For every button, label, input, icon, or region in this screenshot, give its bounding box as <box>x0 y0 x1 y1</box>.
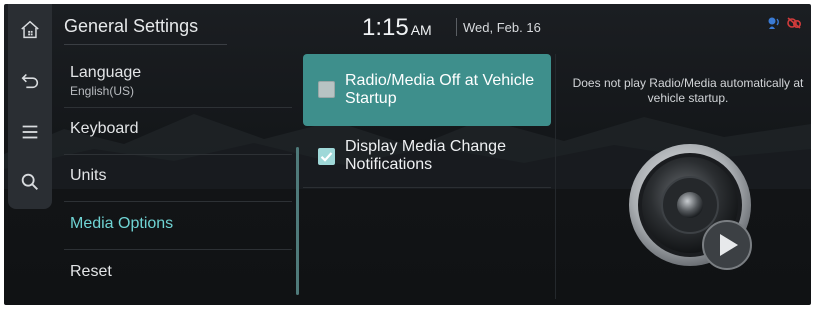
menu-item-label: Reset <box>70 263 112 280</box>
menu-item-units[interactable]: Units <box>70 167 290 185</box>
menu-item-label: Keyboard <box>70 120 139 137</box>
panel-divider <box>555 54 556 299</box>
checkmark-icon <box>320 152 333 162</box>
checkbox-unchecked[interactable] <box>318 81 335 98</box>
menu-item-label: Language <box>70 64 142 81</box>
option-divider <box>303 187 551 188</box>
option-label: Radio/Media Off at Vehicle Startup <box>345 72 535 107</box>
menu-item-label: Media Options <box>70 215 174 232</box>
back-icon <box>21 73 39 89</box>
date-divider <box>456 18 457 36</box>
option-label: Display Media Change Notifications <box>345 138 506 173</box>
home-button[interactable] <box>8 10 52 50</box>
clock-time: 1:15 <box>362 14 409 41</box>
voice-assistant-icon <box>768 17 779 29</box>
option-display-media-change[interactable]: Display Media Change Notifications <box>303 132 551 188</box>
menu-divider <box>64 201 292 202</box>
back-button[interactable] <box>8 60 52 100</box>
clock: 1:15 AM <box>362 14 432 42</box>
date-label: Wed, Feb. 16 <box>463 20 541 35</box>
menu-item-media-options[interactable]: Media Options <box>70 215 290 233</box>
menu-item-language[interactable]: Language English(US) <box>70 64 290 98</box>
menu-item-sublabel: English(US) <box>70 84 135 98</box>
connection-off-icon <box>787 17 802 29</box>
menu-divider <box>64 154 292 155</box>
checkbox-checked[interactable] <box>318 148 335 165</box>
title-divider <box>64 44 227 45</box>
menu-divider <box>64 107 292 108</box>
menu-item-keyboard[interactable]: Keyboard <box>70 120 290 138</box>
search-icon <box>21 173 38 190</box>
menu-divider <box>64 249 292 250</box>
clock-ampm: AM <box>410 22 432 38</box>
menu-item-label: Units <box>70 167 107 184</box>
option-radio-media-off[interactable]: Radio/Media Off at Vehicle Startup <box>303 54 551 126</box>
menu-scrollbar[interactable] <box>296 147 299 295</box>
speaker-icon <box>629 144 752 270</box>
menu-icon <box>22 125 38 139</box>
option-description: Does not play Radio/Media automatically … <box>572 76 804 105</box>
icon-rail <box>8 4 52 209</box>
status-icons <box>766 15 802 31</box>
page-title: General Settings <box>64 16 199 36</box>
menu-item-reset[interactable]: Reset <box>70 263 290 281</box>
infotainment-screen: General Settings Language English(US) Ke… <box>4 4 811 305</box>
menu-button[interactable] <box>8 112 52 152</box>
home-icon <box>21 20 39 39</box>
search-button[interactable] <box>8 162 52 202</box>
